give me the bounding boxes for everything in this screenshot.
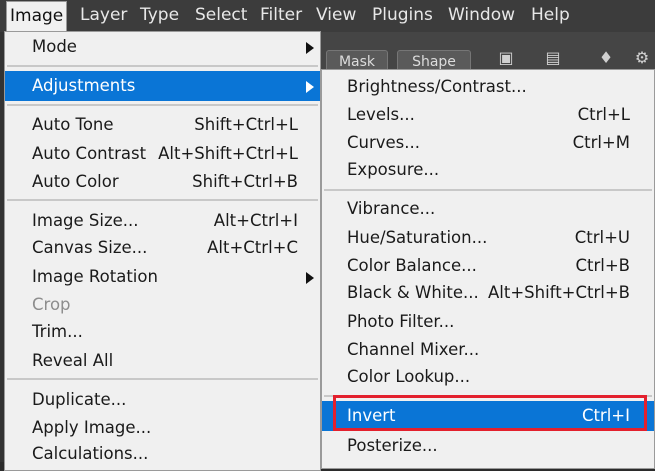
- menu-item-color-lookup[interactable]: Color Lookup...: [322, 363, 654, 391]
- align-icon[interactable]: ▣: [496, 48, 516, 68]
- shortcut-label: Alt+Shift+Ctrl+B: [488, 283, 630, 302]
- highlight-annotation-box: [333, 395, 647, 431]
- menu-item-exposure[interactable]: Exposure...: [322, 156, 654, 184]
- menu-plugins[interactable]: Plugins: [372, 0, 433, 32]
- menu-item-label: Black & White...: [347, 283, 479, 302]
- menu-item-label: Auto Contrast: [32, 144, 147, 163]
- distribute-icon[interactable]: ▤: [543, 48, 563, 68]
- image-menu: Mode Adjustments Auto Tone Shift+Ctrl+L …: [4, 31, 321, 471]
- menu-item-label: Crop: [32, 295, 71, 314]
- menu-item-brightness-contrast[interactable]: Brightness/Contrast...: [322, 73, 654, 101]
- menu-item-hue-saturation[interactable]: Hue/Saturation... Ctrl+U: [322, 224, 654, 252]
- menu-help[interactable]: Help: [531, 0, 570, 32]
- menu-item-label: Reveal All: [32, 351, 114, 370]
- shortcut-label: Shift+Ctrl+L: [194, 115, 298, 134]
- menu-item-label: Auto Tone: [32, 115, 114, 134]
- separator: [7, 199, 318, 201]
- submenu-arrow-icon: [306, 272, 314, 284]
- menu-item-crop: Crop: [5, 291, 320, 319]
- menu-item-label: Curves...: [347, 133, 421, 152]
- shortcut-label: Ctrl+B: [575, 256, 630, 275]
- menu-item-channel-mixer[interactable]: Channel Mixer...: [322, 336, 654, 364]
- menu-item-color-balance[interactable]: Color Balance... Ctrl+B: [322, 252, 654, 280]
- menu-item-adjustments[interactable]: Adjustments: [5, 71, 320, 101]
- menu-filter[interactable]: Filter: [260, 0, 302, 32]
- menu-item-curves[interactable]: Curves... Ctrl+M: [322, 129, 654, 157]
- menu-item-label: Image Size...: [32, 211, 139, 230]
- menu-item-label: Exposure...: [347, 160, 440, 179]
- gear-icon[interactable]: ⚙: [632, 48, 652, 68]
- menu-item-label: Duplicate...: [32, 390, 127, 409]
- menu-item-label: Mode: [32, 37, 77, 56]
- menu-item-vibrance[interactable]: Vibrance...: [322, 195, 654, 223]
- submenu-arrow-icon: [306, 42, 314, 54]
- menu-item-label: Auto Color: [32, 172, 119, 191]
- menu-select[interactable]: Select: [195, 0, 247, 32]
- separator: [7, 378, 318, 380]
- menu-item-label: Photo Filter...: [347, 312, 455, 331]
- menu-item-label: Adjustments: [32, 76, 136, 95]
- menu-bar: Image Layer Type Select Filter View Plug…: [0, 0, 655, 32]
- menu-item-auto-contrast[interactable]: Auto Contrast Alt+Shift+Ctrl+L: [5, 140, 320, 168]
- menu-item-label: Apply Image...: [32, 418, 152, 437]
- menu-item-label: Color Lookup...: [347, 367, 471, 386]
- shortcut-label: Alt+Ctrl+C: [207, 238, 298, 257]
- shortcut-label: Ctrl+U: [574, 228, 630, 247]
- menu-item-mode[interactable]: Mode: [5, 33, 320, 61]
- menu-item-calculations[interactable]: Calculations...: [5, 440, 320, 468]
- menu-item-auto-tone[interactable]: Auto Tone Shift+Ctrl+L: [5, 111, 320, 139]
- menu-image[interactable]: Image: [6, 1, 68, 32]
- separator: [7, 65, 318, 67]
- submenu-arrow-icon: [306, 81, 314, 93]
- layers-icon[interactable]: ♦: [596, 48, 616, 68]
- menu-item-label: Color Balance...: [347, 256, 477, 275]
- menu-item-label: Posterize...: [347, 436, 438, 455]
- menu-item-duplicate[interactable]: Duplicate...: [5, 386, 320, 414]
- shortcut-label: Ctrl+M: [572, 133, 630, 152]
- separator: [7, 104, 318, 106]
- menu-window[interactable]: Window: [448, 0, 515, 32]
- menu-item-label: Vibrance...: [347, 199, 436, 218]
- menu-item-auto-color[interactable]: Auto Color Shift+Ctrl+B: [5, 168, 320, 196]
- menu-item-label: Trim...: [32, 322, 83, 341]
- menu-item-posterize[interactable]: Posterize...: [322, 432, 654, 460]
- menu-item-trim[interactable]: Trim...: [5, 318, 320, 346]
- menu-layer[interactable]: Layer: [80, 0, 127, 32]
- menu-item-reveal-all[interactable]: Reveal All: [5, 347, 320, 375]
- menu-item-label: Channel Mixer...: [347, 340, 480, 359]
- shortcut-label: Alt+Shift+Ctrl+L: [158, 144, 298, 163]
- separator: [324, 189, 652, 191]
- menu-item-label: Image Rotation: [32, 267, 158, 286]
- menu-item-label: Hue/Saturation...: [347, 228, 488, 247]
- menu-item-label: Calculations...: [32, 444, 149, 463]
- menu-item-label: Canvas Size...: [32, 238, 148, 257]
- menu-view[interactable]: View: [316, 0, 356, 32]
- menu-item-label: Levels...: [347, 105, 415, 124]
- shortcut-label: Alt+Ctrl+I: [213, 211, 298, 230]
- menu-item-label: Brightness/Contrast...: [347, 77, 527, 96]
- menu-item-levels[interactable]: Levels... Ctrl+L: [322, 101, 654, 129]
- menu-item-canvas-size[interactable]: Canvas Size... Alt+Ctrl+C: [5, 234, 320, 262]
- shortcut-label: Ctrl+L: [577, 105, 630, 124]
- menu-item-image-size[interactable]: Image Size... Alt+Ctrl+I: [5, 207, 320, 235]
- shortcut-label: Shift+Ctrl+B: [192, 172, 298, 191]
- menu-item-photo-filter[interactable]: Photo Filter...: [322, 308, 654, 336]
- menu-item-image-rotation[interactable]: Image Rotation: [5, 263, 320, 291]
- menu-item-black-white[interactable]: Black & White... Alt+Shift+Ctrl+B: [322, 279, 654, 307]
- menu-type[interactable]: Type: [140, 0, 179, 32]
- menu-item-apply-image[interactable]: Apply Image...: [5, 414, 320, 442]
